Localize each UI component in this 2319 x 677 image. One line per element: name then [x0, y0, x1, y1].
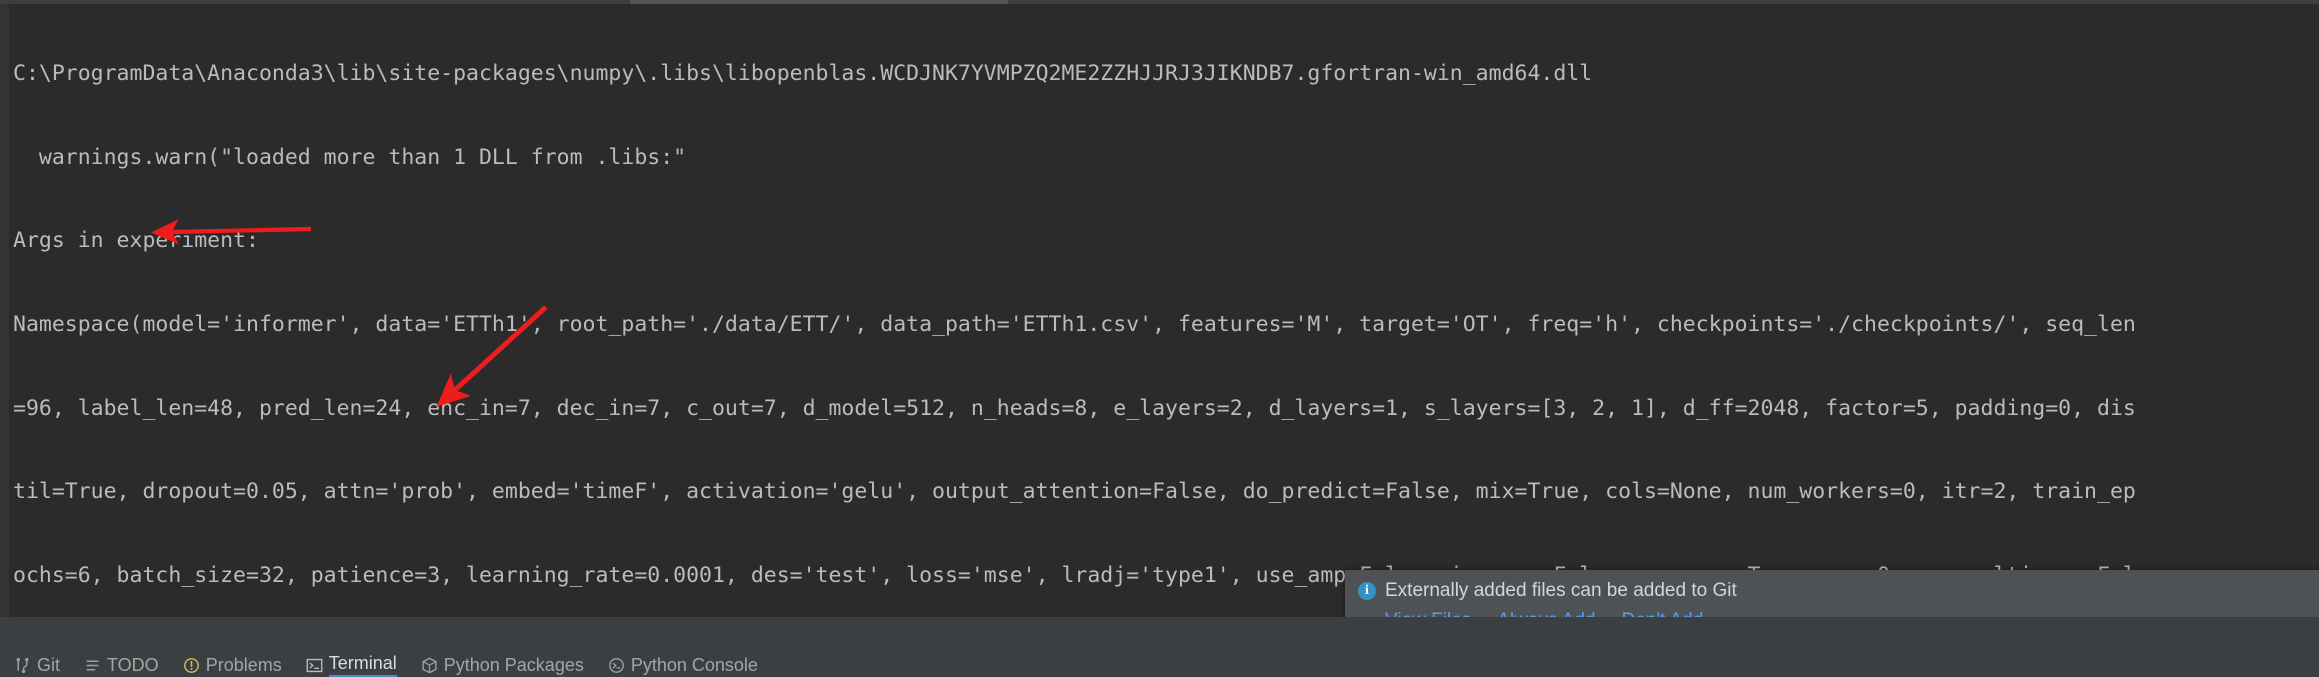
console-line: til=True, dropout=0.05, attn='prob', emb…: [13, 479, 2136, 505]
problems-warning-icon: [183, 657, 200, 674]
sidebar-item-label: Terminal: [328, 653, 397, 677]
sidebar-item-label: Git: [37, 654, 61, 675]
sidebar-item-git[interactable]: Git: [14, 655, 60, 676]
sidebar-item-python-packages[interactable]: Python Packages: [421, 655, 584, 676]
sidebar-item-todo[interactable]: TODO: [84, 655, 159, 676]
git-branch-icon: [14, 657, 31, 674]
sidebar-item-terminal[interactable]: Terminal: [306, 653, 397, 677]
sidebar-item-label: TODO: [107, 654, 159, 675]
console-panel[interactable]: C:\ProgramData\Anaconda3\lib\site-packag…: [0, 4, 2319, 617]
python-console-icon: [608, 657, 625, 674]
sidebar-item-label: Problems: [205, 654, 282, 675]
sidebar-item-label: Python Packages: [443, 654, 584, 675]
console-line: Args in experiment:: [13, 228, 259, 254]
console-line: warnings.warn("loaded more than 1 DLL fr…: [13, 144, 687, 170]
todo-list-icon: [84, 657, 101, 674]
console-line: =96, label_len=48, pred_len=24, enc_in=7…: [13, 395, 2136, 421]
console-gutter: [0, 4, 10, 617]
console-line: C:\ProgramData\Anaconda3\lib\site-packag…: [13, 60, 1593, 86]
console-text-block: C:\ProgramData\Anaconda3\lib\site-packag…: [13, 4, 2319, 617]
pycharm-terminal-window: C:\ProgramData\Anaconda3\lib\site-packag…: [0, 0, 2319, 677]
sidebar-item-label: Python Console: [630, 654, 758, 675]
notification-message-row: i Externally added files can be added to…: [1358, 579, 2319, 603]
info-icon: i: [1358, 582, 1376, 600]
python-packages-icon: [421, 657, 438, 674]
console-line: Namespace(model='informer', data='ETTh1'…: [13, 311, 2136, 337]
sidebar-item-problems[interactable]: Problems: [183, 655, 282, 676]
tool-window-status-bar: Git TODO Problems Terminal Python Packag…: [0, 617, 2319, 677]
terminal-icon: [306, 657, 323, 674]
notification-message: Externally added files can be added to G…: [1385, 580, 1737, 601]
sidebar-item-python-console[interactable]: Python Console: [608, 655, 758, 676]
